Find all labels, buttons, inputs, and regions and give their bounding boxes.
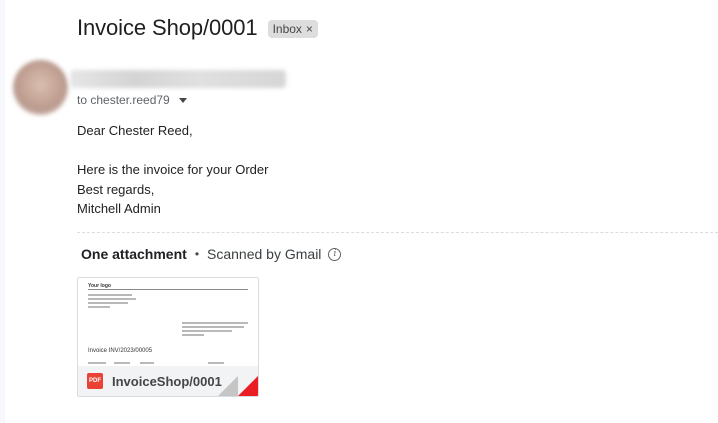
body-line: Here is the invoice for your Order xyxy=(77,162,269,177)
preview-text-line xyxy=(182,322,248,324)
subject-row: Invoice Shop/0001 Inbox × xyxy=(77,15,318,41)
preview-text-line xyxy=(88,306,110,308)
attachment-card[interactable]: Your logo Invoice INV/2023/00005 PDF Inv… xyxy=(77,277,259,397)
email-subject: Invoice Shop/0001 xyxy=(77,15,258,40)
scan-status: Scanned by Gmail xyxy=(207,246,322,262)
email-body: Dear Chester Reed, Here is the invoice f… xyxy=(77,121,268,219)
attachment-count: One attachment xyxy=(81,246,187,262)
recipient-line: to chester.reed79 xyxy=(77,93,170,107)
recipient-details-toggle[interactable]: to chester.reed79 xyxy=(77,93,187,107)
attachments-divider xyxy=(77,232,718,233)
label-chip-text: Inbox xyxy=(272,22,302,36)
preview-table-header xyxy=(208,362,224,364)
pdf-icon: PDF xyxy=(87,373,103,389)
preview-text-line xyxy=(182,326,244,328)
header-separator: • xyxy=(194,247,200,261)
page-fold-icon xyxy=(218,376,238,396)
body-closing: Best regards, xyxy=(77,181,155,197)
attachment-preview: Your logo Invoice INV/2023/00005 xyxy=(78,278,258,366)
preview-table-header xyxy=(88,362,106,364)
body-signature: Mitchell Admin xyxy=(77,201,161,216)
remove-label-icon[interactable]: × xyxy=(306,23,313,35)
preview-rule xyxy=(88,289,248,290)
preview-text-line xyxy=(88,302,128,304)
preview-text-line xyxy=(88,294,132,296)
info-icon[interactable]: i xyxy=(328,247,342,261)
preview-invoice-title: Invoice INV/2023/00005 xyxy=(88,348,153,354)
body-greeting: Dear Chester Reed, xyxy=(77,123,193,138)
inbox-label-chip[interactable]: Inbox × xyxy=(267,20,318,38)
pdf-corner-icon xyxy=(238,376,258,396)
chevron-down-icon[interactable] xyxy=(178,97,187,103)
preview-text-line xyxy=(182,334,204,336)
attachments-header: One attachment • Scanned by Gmail i xyxy=(81,246,342,262)
attachment-filename: InvoiceShop/0001 xyxy=(112,373,222,389)
preview-table-header xyxy=(114,362,130,364)
left-edge-panel xyxy=(0,0,5,423)
sender-name-redacted xyxy=(70,70,286,88)
sender-avatar[interactable] xyxy=(13,60,68,115)
preview-text-line xyxy=(88,298,136,300)
preview-table-header xyxy=(140,362,154,364)
preview-text-line xyxy=(182,330,232,332)
